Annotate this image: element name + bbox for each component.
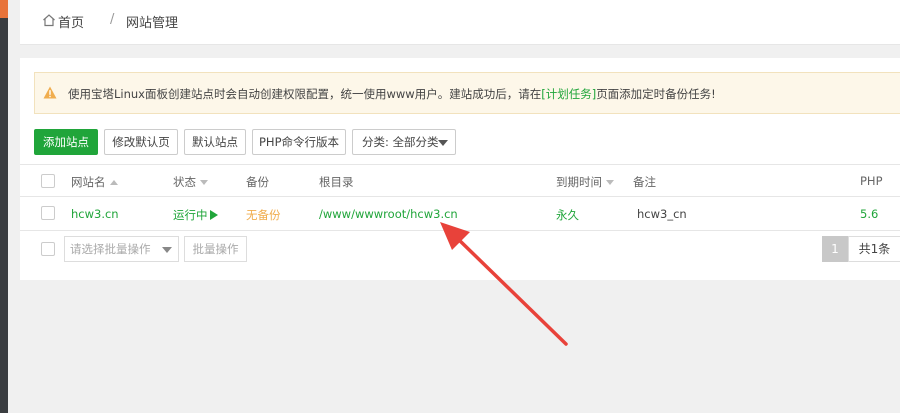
edit-default-page-button[interactable]: 修改默认页 (104, 129, 178, 155)
sidebar-accent (0, 0, 8, 18)
table-footer: 请选择批量操作 批量操作 1 共1条 (20, 236, 900, 264)
select-all-checkbox[interactable] (41, 174, 55, 188)
header-expiry[interactable]: 到期时间 (556, 174, 614, 190)
table-row: hcw3.cn 运行中 无备份 /www/wwwroot/hcw3.cn 永久 … (20, 197, 900, 231)
pagination-total: 共1条 (848, 236, 900, 262)
chevron-down-icon (438, 140, 448, 146)
header-note: 备注 (633, 175, 656, 189)
backup-link[interactable]: 无备份 (246, 207, 281, 223)
note-field[interactable]: hcw3_cn (637, 207, 687, 221)
breadcrumb-home-link[interactable]: 首页 (58, 12, 84, 31)
php-cli-version-button[interactable]: PHP命令行版本 (252, 129, 346, 155)
warning-icon (43, 86, 57, 99)
header-site-name[interactable]: 网站名 (71, 174, 118, 190)
footer-select-all-checkbox[interactable] (41, 242, 55, 256)
sort-desc-icon (606, 180, 614, 185)
sort-desc-icon (200, 180, 208, 185)
default-site-button[interactable]: 默认站点 (184, 129, 246, 155)
alert-text: 使用宝塔Linux面板创建站点时会自动创建权限配置，统一使用www用户。建站成功… (68, 86, 716, 102)
app-sidebar-edge (0, 0, 8, 413)
add-site-button[interactable]: 添加站点 (34, 129, 98, 155)
home-icon[interactable] (42, 13, 56, 27)
header-root-dir: 根目录 (319, 175, 354, 189)
chevron-down-icon (162, 247, 172, 253)
breadcrumb-current: 网站管理 (126, 16, 179, 31)
batch-operation-button[interactable]: 批量操作 (184, 236, 247, 262)
category-select[interactable]: 分类: 全部分类 (352, 129, 456, 155)
header-php: PHP (860, 174, 883, 188)
breadcrumb: 首页 / 网站管理 (20, 0, 900, 45)
sort-asc-icon (109, 180, 118, 185)
header-backup: 备份 (246, 175, 269, 189)
play-icon (209, 210, 218, 220)
site-name-link[interactable]: hcw3.cn (71, 207, 119, 221)
php-version-link[interactable]: 5.6 (860, 207, 878, 221)
scheduled-task-link[interactable]: [计划任务] (541, 87, 596, 101)
status-toggle[interactable]: 运行中 (173, 207, 218, 223)
site-management-panel: 使用宝塔Linux面板创建站点时会自动创建权限配置，统一使用www用户。建站成功… (20, 58, 900, 280)
table-header: 网站名 状态 备份 根目录 到期时间 备注 PHP (20, 164, 900, 197)
row-checkbox[interactable] (41, 206, 55, 220)
alert-text-after: 页面添加定时备份任务! (596, 87, 716, 101)
batch-select-placeholder: 请选择批量操作 (70, 242, 151, 256)
header-status[interactable]: 状态 (173, 174, 208, 190)
root-dir-link[interactable]: /www/wwwroot/hcw3.cn (319, 207, 458, 221)
expiry-link[interactable]: 永久 (556, 207, 579, 223)
category-select-label: 分类: 全部分类 (362, 135, 439, 149)
alert-text-before: 使用宝塔Linux面板创建站点时会自动创建权限配置，统一使用www用户。建站成功… (68, 87, 542, 101)
info-alert: 使用宝塔Linux面板创建站点时会自动创建权限配置，统一使用www用户。建站成功… (34, 72, 900, 114)
pagination-current-page[interactable]: 1 (822, 236, 848, 262)
breadcrumb-separator: / (110, 12, 115, 27)
batch-operation-select[interactable]: 请选择批量操作 (64, 236, 179, 262)
